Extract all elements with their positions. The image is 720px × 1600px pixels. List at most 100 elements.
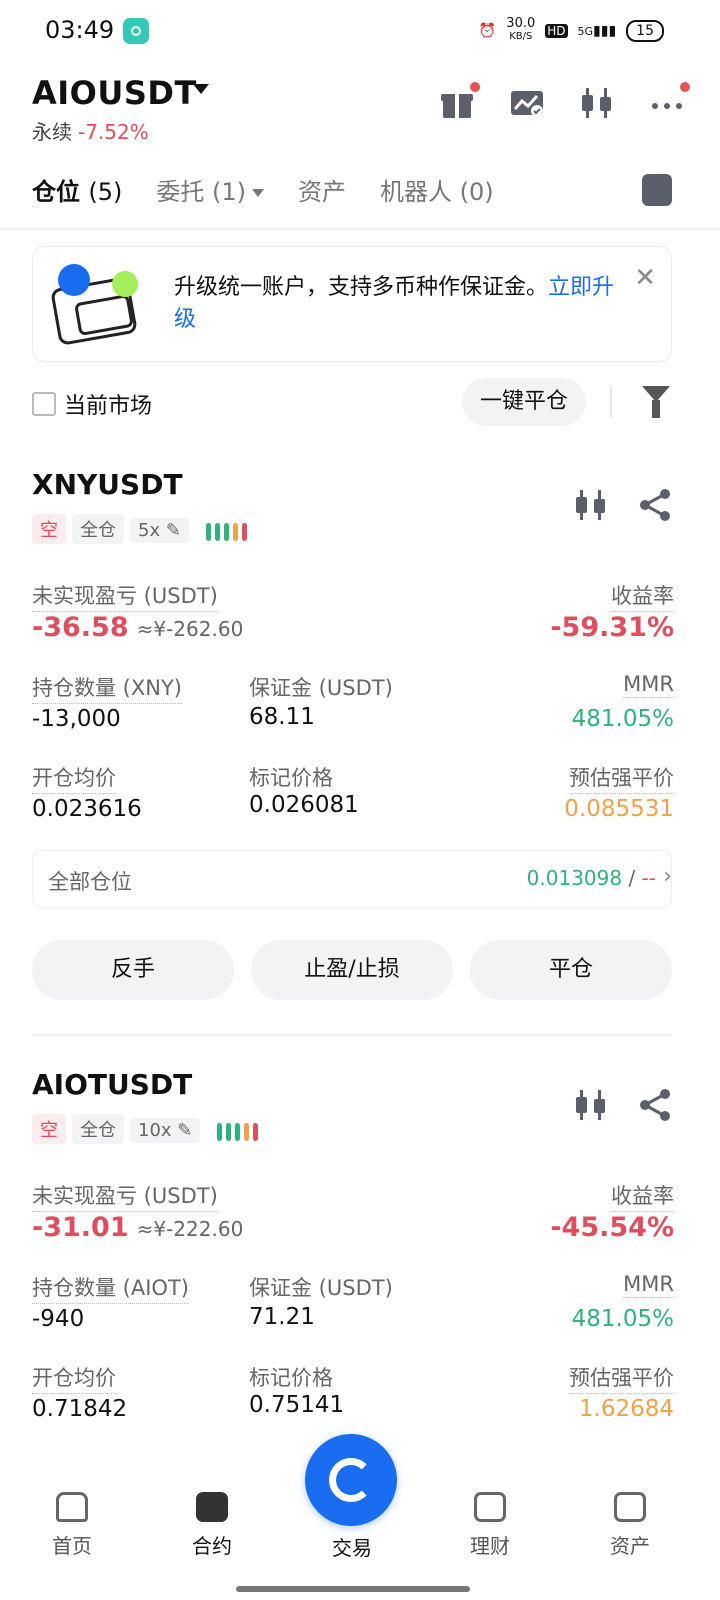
earn-icon — [474, 1492, 506, 1522]
liq-price-label[interactable]: 预估强平价 — [569, 762, 674, 794]
mmr-label[interactable]: MMR — [623, 672, 674, 698]
leverage-tag[interactable]: 10x ✎ — [130, 1118, 201, 1143]
unrealized-pnl: -31.01 ≈¥-222.60 — [32, 1212, 244, 1243]
notification-dot — [680, 82, 690, 92]
qty-value: -940 — [32, 1306, 85, 1332]
mark-price-value: 0.026081 — [249, 792, 359, 818]
notification-dot — [470, 82, 480, 92]
futures-icon — [196, 1492, 228, 1522]
position-symbol[interactable]: XNYUSDT — [32, 468, 183, 501]
candlestick-icon[interactable] — [574, 488, 608, 522]
unrealized-pnl-label[interactable]: 未实现盈亏 (USDT) — [32, 1180, 218, 1212]
qty-value: -13,000 — [32, 706, 121, 732]
wallet-icon — [614, 1492, 646, 1522]
chevron-down-icon[interactable] — [193, 84, 209, 94]
pair-subtitle: 永续 -7.52% — [32, 116, 149, 145]
wallet-illustration-icon — [51, 264, 138, 345]
share-icon[interactable] — [638, 488, 672, 522]
home-icon — [56, 1492, 88, 1522]
battery-icon: 15 — [626, 19, 664, 42]
leverage-tag[interactable]: 5x ✎ — [130, 518, 189, 543]
chart-check-icon[interactable] — [510, 86, 544, 120]
current-market-checkbox[interactable] — [32, 392, 56, 416]
banner-text: 升级统一账户，支持多币种作保证金。立即升级 — [174, 275, 615, 332]
candlestick-icon[interactable] — [580, 86, 614, 120]
reverse-button[interactable]: 反手 — [32, 940, 234, 1000]
tab-orders[interactable]: 委托 (1) — [156, 172, 264, 207]
mmr-value: 481.05% — [571, 706, 674, 732]
risk-level-bars — [217, 1122, 259, 1141]
all-positions-label: 全部仓位 — [48, 870, 132, 894]
close-icon[interactable]: ✕ — [634, 263, 656, 293]
position-symbol[interactable]: AIOTUSDT — [32, 1068, 192, 1101]
history-doc-icon[interactable] — [642, 174, 672, 206]
divider — [32, 1034, 672, 1036]
divider — [0, 228, 720, 230]
unrealized-pnl: -36.58 ≈¥-262.60 — [32, 612, 244, 643]
margin-value: 71.21 — [249, 1304, 315, 1330]
qty-label[interactable]: 持仓数量 (AIOT) — [32, 1272, 189, 1304]
nav-futures[interactable]: 合约 — [162, 1492, 262, 1559]
mmr-label[interactable]: MMR — [623, 1272, 674, 1298]
roe-label[interactable]: 收益率 — [611, 580, 674, 612]
all-positions-value: 0.013098 / -- — [526, 866, 656, 890]
gift-icon[interactable] — [440, 82, 480, 120]
entry-price-value: 0.71842 — [32, 1396, 128, 1422]
header-actions — [440, 82, 690, 120]
mark-price-label: 标记价格 — [249, 1366, 333, 1390]
margin-mode-tag: 全仓 — [72, 1114, 124, 1144]
contract-type: 永续 — [32, 120, 72, 144]
position-tabs: 仓位 (5) 委托 (1) 资产 机器人 (0) — [32, 172, 494, 207]
liq-price-value: 1.62684 — [578, 1396, 674, 1422]
tab-bots[interactable]: 机器人 (0) — [380, 172, 494, 207]
margin-label: 保证金 (USDT) — [249, 1276, 393, 1300]
divider — [610, 386, 612, 418]
entry-price-label[interactable]: 开仓均价 — [32, 762, 116, 794]
close-position-button[interactable]: 平仓 — [470, 940, 672, 1000]
margin-label: 保证金 (USDT) — [249, 676, 393, 700]
margin-value: 68.11 — [249, 704, 315, 730]
share-icon[interactable] — [638, 1088, 672, 1122]
tp-sl-button[interactable]: 止盈/止损 — [251, 940, 453, 1000]
nav-trade[interactable]: 交易 — [302, 1532, 402, 1561]
liq-price-label[interactable]: 预估强平价 — [569, 1362, 674, 1394]
trade-fab-icon[interactable] — [305, 1434, 397, 1526]
qty-label[interactable]: 持仓数量 (XNY) — [32, 672, 182, 704]
mark-price-label: 标记价格 — [249, 766, 333, 790]
roe-label[interactable]: 收益率 — [611, 1180, 674, 1212]
signal-icon: 5G▮▮▮ — [577, 22, 617, 39]
roe-value: -59.31% — [550, 612, 674, 643]
close-all-button[interactable]: 一键平仓 — [462, 378, 586, 426]
nav-assets[interactable]: 资产 — [580, 1492, 680, 1559]
nav-earn[interactable]: 理财 — [440, 1492, 540, 1559]
risk-level-bars — [206, 522, 248, 541]
mark-price-value: 0.75141 — [249, 1392, 345, 1418]
status-time: 03:49 — [45, 16, 115, 44]
alarm-icon: ⏰ — [478, 22, 497, 39]
entry-price-value: 0.023616 — [32, 796, 142, 822]
roe-value: -45.54% — [550, 1212, 674, 1243]
tab-assets[interactable]: 资产 — [298, 172, 346, 207]
app-notification-icon — [123, 18, 149, 44]
price-change: -7.52% — [78, 120, 149, 144]
unrealized-pnl-label[interactable]: 未实现盈亏 (USDT) — [32, 580, 218, 612]
home-indicator — [236, 1586, 470, 1592]
candlestick-icon[interactable] — [574, 1088, 608, 1122]
nav-home[interactable]: 首页 — [22, 1492, 122, 1559]
filter-icon-stem — [652, 400, 660, 418]
tab-positions[interactable]: 仓位 (5) — [32, 172, 122, 207]
status-bar: 03:49 ⏰ 30.0 KB/S HD 5G▮▮▮ 15 — [0, 0, 720, 64]
more-icon[interactable] — [650, 82, 690, 120]
pair-selector[interactable]: AIOUSDT — [32, 74, 197, 112]
mmr-value: 481.05% — [571, 1306, 674, 1332]
hd-icon: HD — [545, 23, 568, 38]
side-tag: 空 — [32, 1114, 66, 1144]
edit-icon: ✎ — [177, 1120, 193, 1141]
position-tags: 空全仓 5x ✎ — [32, 514, 248, 544]
position-tags: 空全仓 10x ✎ — [32, 1114, 259, 1144]
liq-price-value: 0.085531 — [564, 796, 674, 822]
edit-icon: ✎ — [165, 520, 181, 541]
chevron-right-icon: › — [663, 864, 672, 889]
current-market-label: 当前市场 — [64, 394, 153, 419]
entry-price-label[interactable]: 开仓均价 — [32, 1362, 116, 1394]
